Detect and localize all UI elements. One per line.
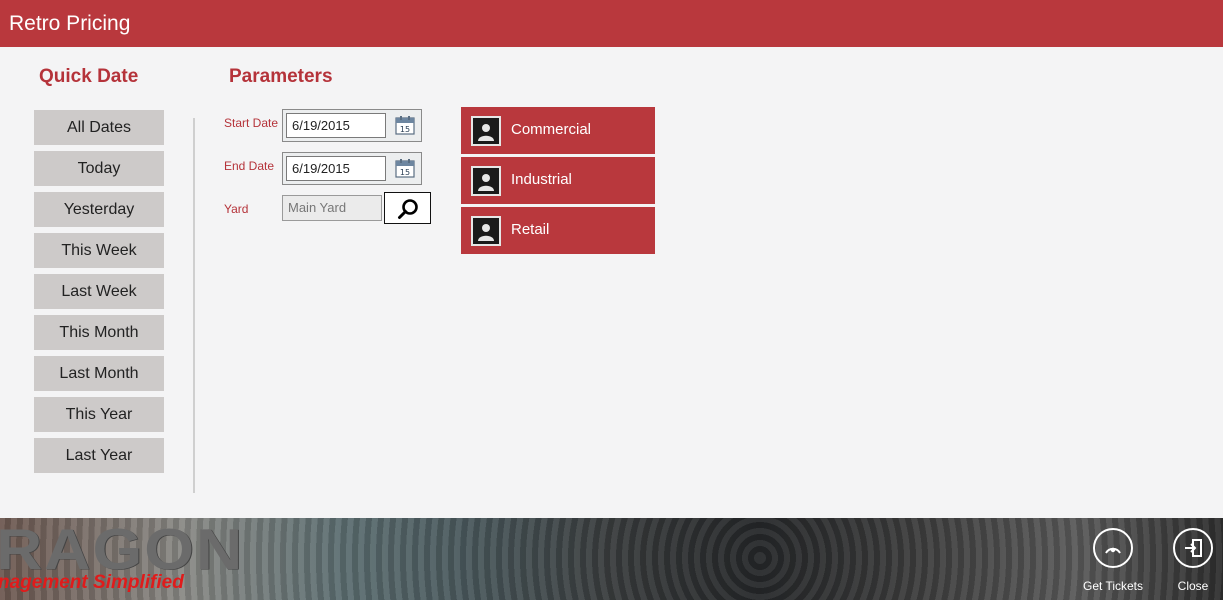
image-placeholder-icon <box>471 216 501 246</box>
category-label: Retail <box>511 221 550 238</box>
yard-label: Yard <box>224 202 249 216</box>
quick-date-this-year-button[interactable]: This Year <box>34 397 164 432</box>
svg-text:15: 15 <box>400 125 410 134</box>
start-date-picker: 6/19/2015 15 <box>282 109 422 142</box>
end-date-field[interactable]: 6/19/2015 <box>286 156 386 181</box>
window-title: Retro Pricing <box>9 12 131 35</box>
quick-date-last-month-button[interactable]: Last Month <box>34 356 164 391</box>
exit-icon <box>1173 528 1213 568</box>
category-commercial-button[interactable]: Commercial <box>461 107 655 154</box>
category-label: Commercial <box>511 121 592 138</box>
section-divider <box>193 118 195 493</box>
quick-date-all-dates-button[interactable]: All Dates <box>34 110 164 145</box>
category-label: Industrial <box>511 171 572 188</box>
start-date-field[interactable]: 6/19/2015 <box>286 113 386 138</box>
yard-field[interactable]: Main Yard <box>282 195 382 221</box>
svg-text:15: 15 <box>400 168 410 177</box>
get-tickets-icon <box>1093 528 1133 568</box>
get-tickets-button[interactable]: Get Tickets <box>1078 528 1148 598</box>
quick-date-last-week-button[interactable]: Last Week <box>34 274 164 309</box>
calendar-icon[interactable]: 15 <box>395 158 415 178</box>
end-date-label: End Date <box>224 159 275 173</box>
quick-date-this-week-button[interactable]: This Week <box>34 233 164 268</box>
quick-date-last-year-button[interactable]: Last Year <box>34 438 164 473</box>
category-industrial-button[interactable]: Industrial <box>461 157 655 204</box>
close-button[interactable]: Close <box>1158 528 1223 598</box>
title-bar: Retro Pricing <box>0 0 1223 47</box>
image-placeholder-icon <box>471 166 501 196</box>
quick-date-today-button[interactable]: Today <box>34 151 164 186</box>
quick-date-heading: Quick Date <box>39 66 139 87</box>
parameters-heading: Parameters <box>229 66 333 87</box>
quick-date-this-month-button[interactable]: This Month <box>34 315 164 350</box>
search-icon <box>398 199 418 219</box>
footer-banner: RAGON nagement Simplified <box>0 518 1223 600</box>
category-retail-button[interactable]: Retail <box>461 207 655 254</box>
close-label: Close <box>1177 579 1209 593</box>
yard-search-button[interactable] <box>384 192 431 224</box>
start-date-label: Start Date <box>224 116 279 130</box>
image-placeholder-icon <box>471 116 501 146</box>
get-tickets-label: Get Tickets <box>1082 579 1144 593</box>
end-date-picker: 6/19/2015 15 <box>282 152 422 185</box>
brand-tagline: nagement Simplified <box>0 572 184 593</box>
quick-date-yesterday-button[interactable]: Yesterday <box>34 192 164 227</box>
calendar-icon[interactable]: 15 <box>395 115 415 135</box>
